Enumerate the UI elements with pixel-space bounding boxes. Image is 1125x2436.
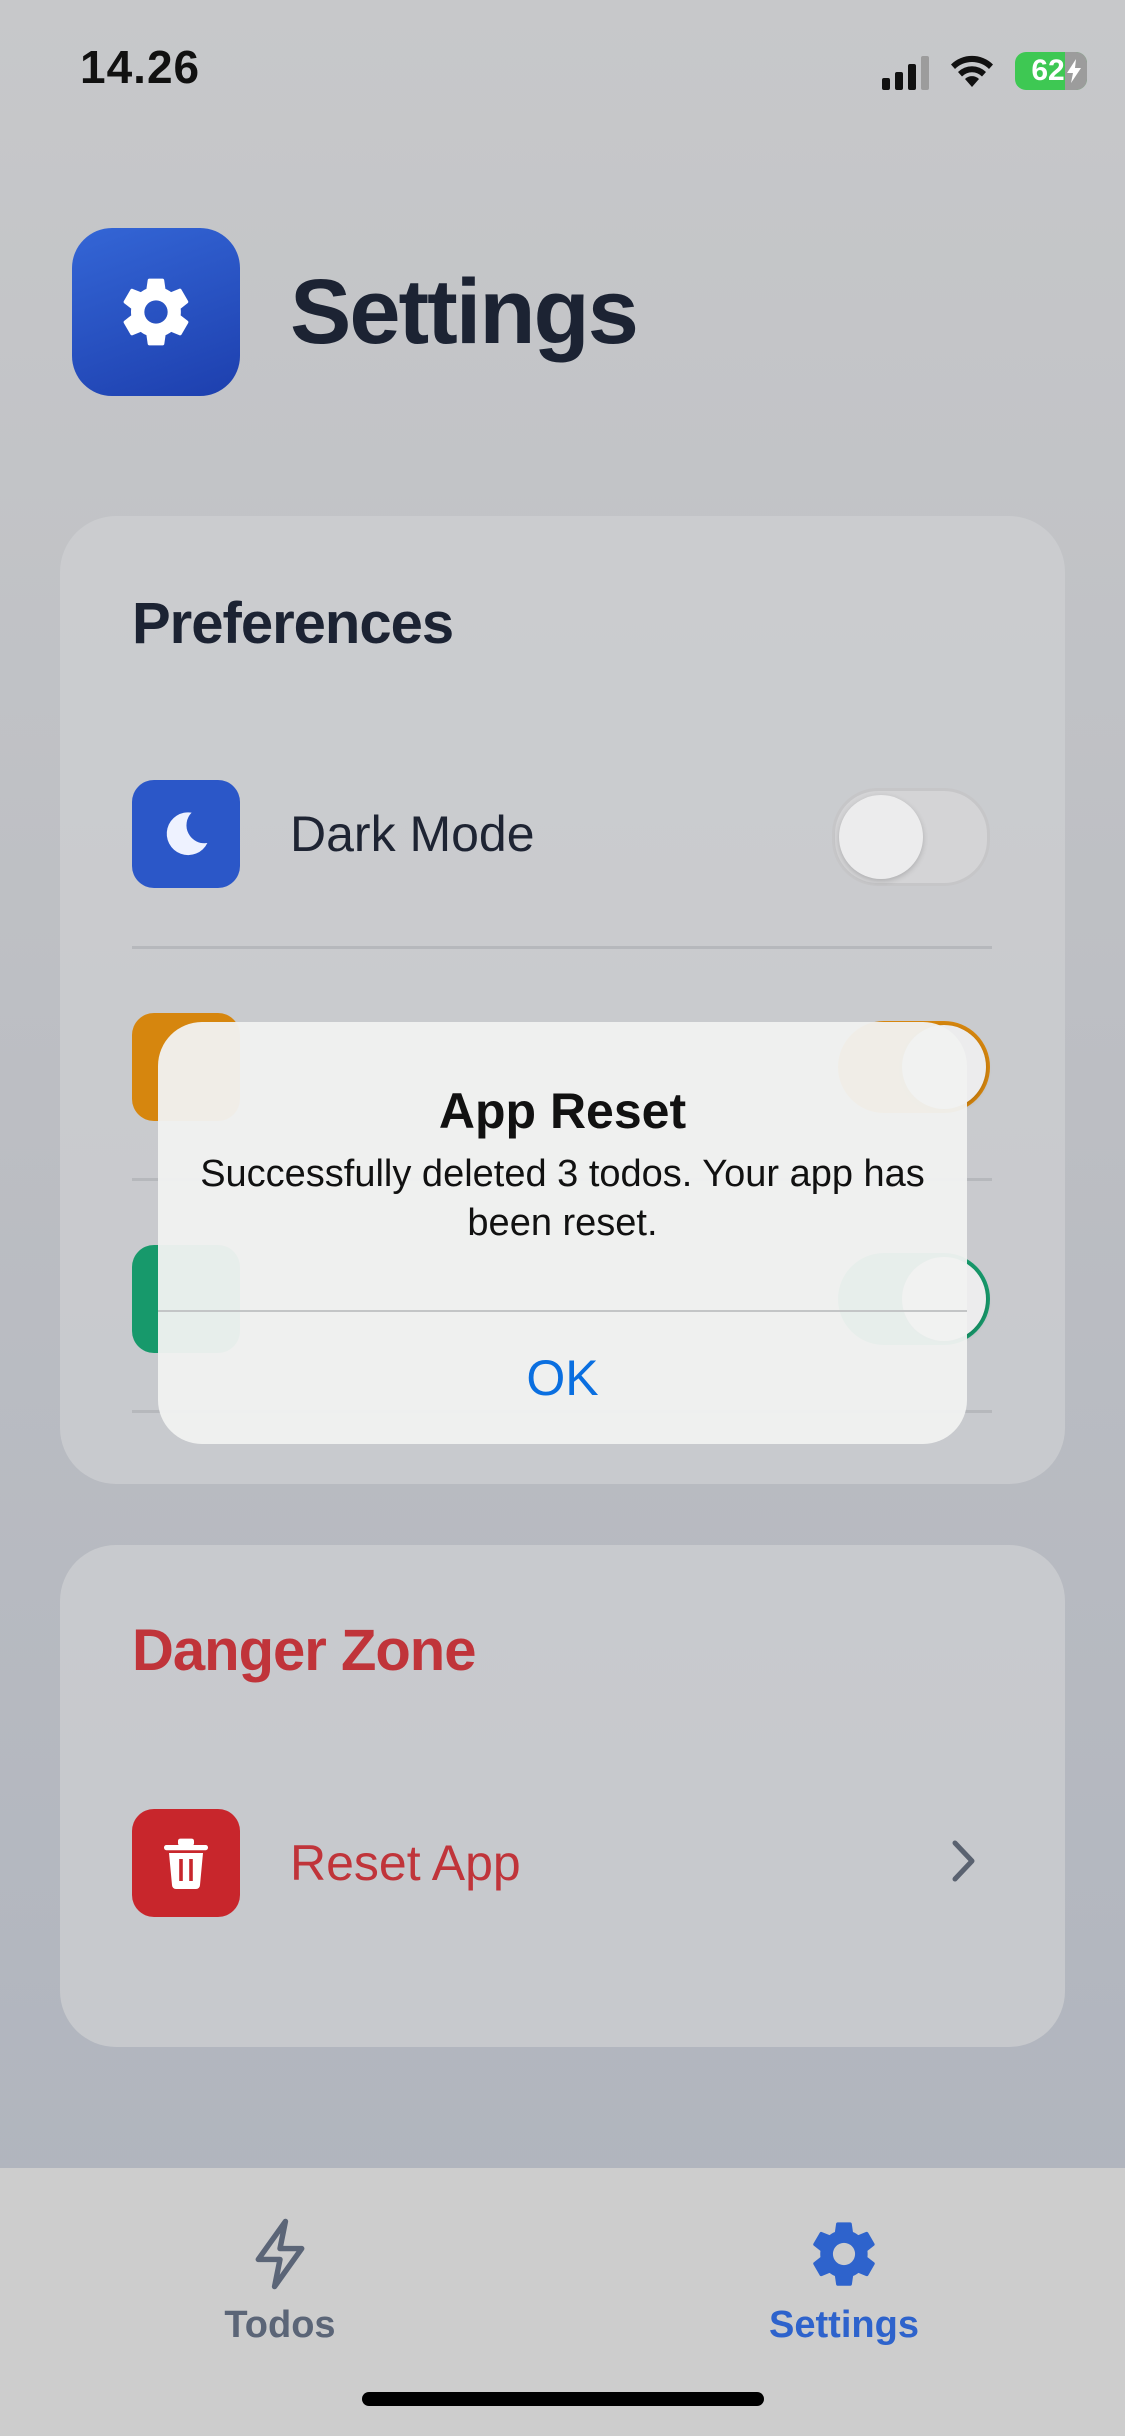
preferences-title: Preferences	[132, 591, 454, 656]
moon-icon	[166, 812, 208, 856]
reset-app-row[interactable]: Reset App	[132, 1808, 990, 1918]
gear-icon	[123, 278, 189, 346]
tab-settings[interactable]: Settings	[694, 2216, 994, 2347]
ok-button[interactable]: OK	[158, 1312, 967, 1444]
danger-zone-title: Danger Zone	[132, 1618, 476, 1683]
tab-bar: Todos Settings	[0, 2168, 1125, 2436]
trash-icon	[164, 1838, 208, 1889]
tab-todos[interactable]: Todos	[130, 2216, 430, 2347]
dark-mode-row-icon	[132, 780, 240, 888]
cellular-signal-icon	[882, 52, 929, 90]
home-indicator	[362, 2392, 764, 2406]
alert-title: App Reset	[438, 1083, 687, 1139]
status-time: 14.26	[80, 41, 201, 93]
dark-mode-row[interactable]: Dark Mode	[132, 779, 990, 889]
reset-app-label: Reset App	[290, 1835, 521, 1891]
gear-icon	[813, 2222, 875, 2286]
chevron-right-icon	[952, 1840, 975, 1882]
settings-app-icon	[72, 228, 240, 396]
page-header: Settings	[72, 228, 639, 396]
status-bar: 14.26 62	[0, 0, 1125, 140]
divider	[132, 946, 992, 949]
dark-mode-toggle[interactable]	[832, 788, 990, 886]
dark-mode-label: Dark Mode	[290, 806, 535, 862]
tab-settings-label: Settings	[769, 2304, 919, 2346]
alert-message: Successfully deleted 3 todos. Your app h…	[200, 1153, 925, 1244]
danger-zone-card: Danger Zone Reset App	[60, 1545, 1065, 2047]
battery-icon: 62	[1015, 52, 1087, 90]
page-title: Settings	[290, 260, 639, 363]
status-icons: 62	[882, 46, 1087, 96]
tab-todos-label: Todos	[224, 2304, 336, 2346]
reset-app-row-icon	[132, 1809, 240, 1917]
app-reset-alert: App Reset Successfully deleted 3 todos. …	[158, 1022, 967, 1444]
wifi-icon	[951, 55, 993, 87]
bolt-icon	[255, 2218, 305, 2290]
